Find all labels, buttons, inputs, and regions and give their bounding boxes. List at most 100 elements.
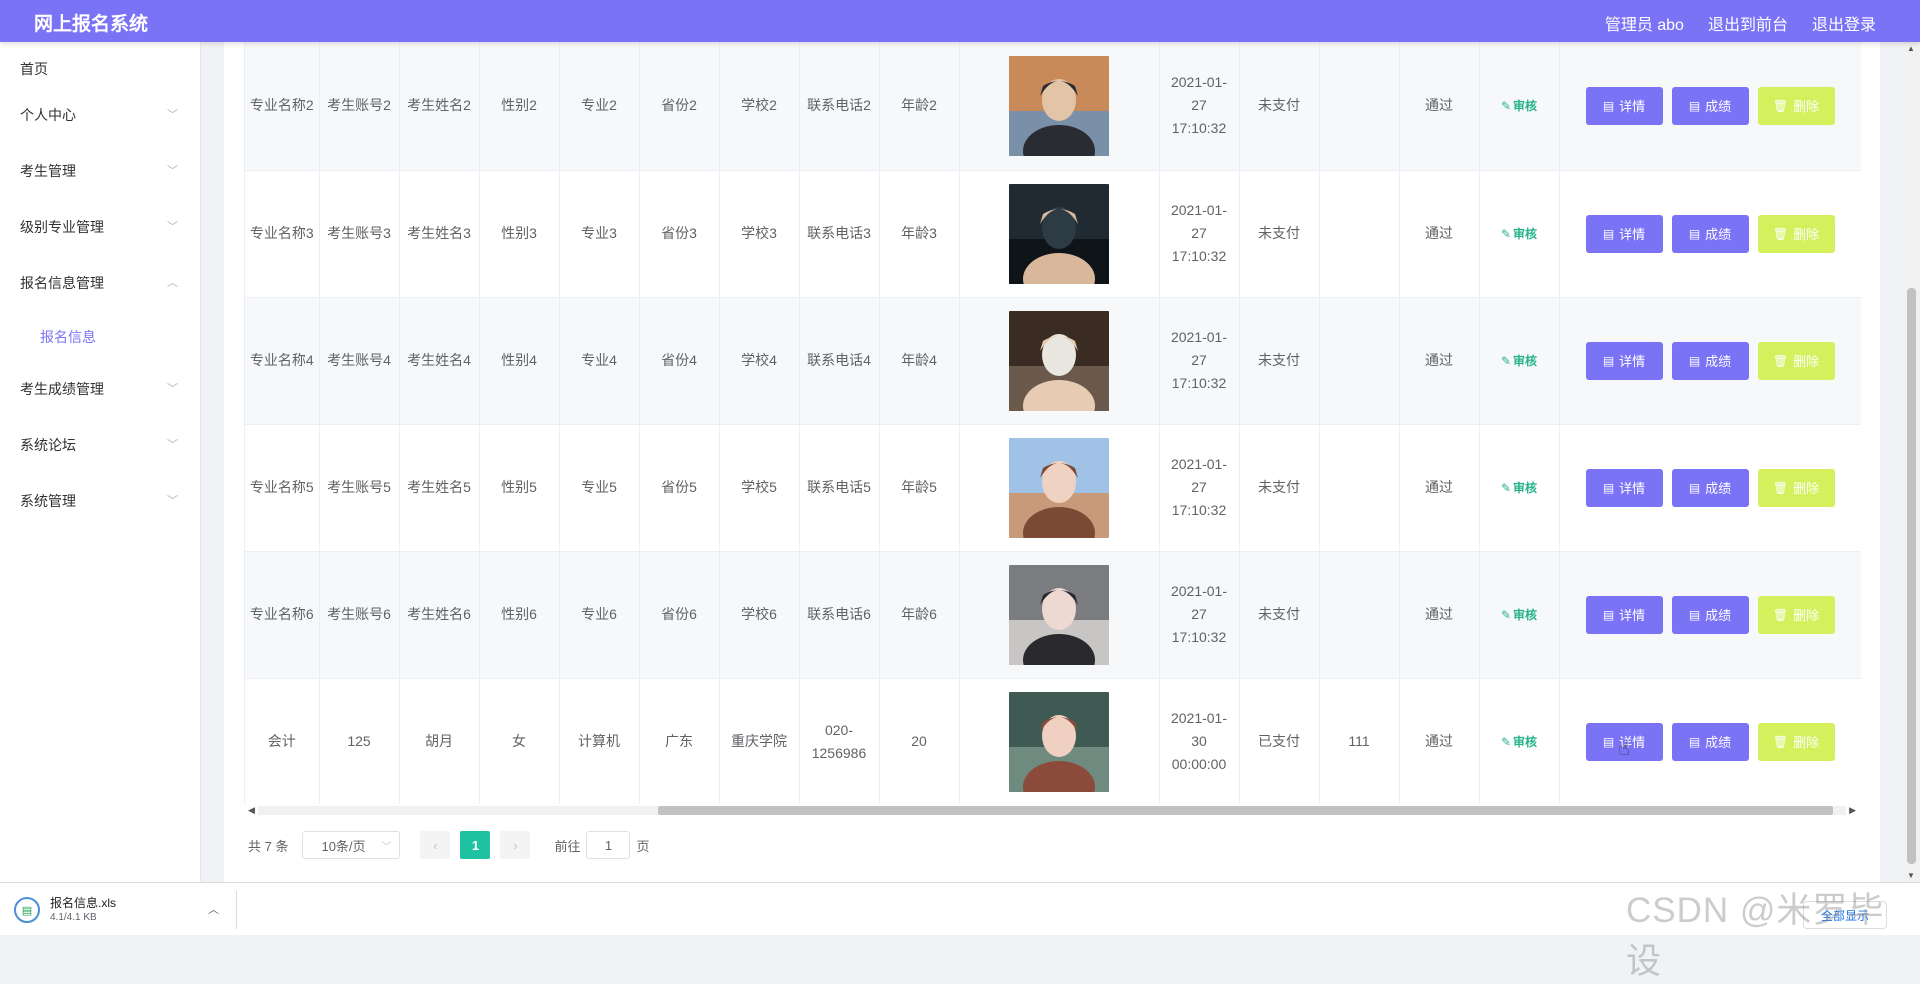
delete-button[interactable]: 🗑 删除	[1757, 595, 1835, 634]
score-button[interactable]: ▤ 成绩	[1671, 86, 1749, 125]
vertical-scrollbar[interactable]: ▲ ▼	[1903, 42, 1920, 882]
app-title: 网上报名系统	[34, 14, 149, 35]
cell-pay-status: 未支付	[1239, 170, 1320, 298]
score-button[interactable]: ▤ 成绩	[1671, 722, 1749, 761]
admin-user-label[interactable]: 管理员 abo	[1605, 11, 1684, 35]
chevron-right-icon: ›	[513, 837, 518, 853]
cell-major-name: 专业名称6	[245, 551, 320, 679]
scroll-thumb[interactable]	[1907, 288, 1916, 864]
scroll-up-icon[interactable]: ▲	[1907, 44, 1915, 53]
detail-label: 详情	[1619, 99, 1646, 115]
detail-button[interactable]: ▤ 详情	[1585, 595, 1663, 634]
score-button[interactable]: ▤ 成绩	[1671, 468, 1749, 507]
cell-account: 考生账号6	[319, 551, 400, 679]
chevron-down-icon: ﹀	[167, 165, 178, 177]
cell-photo	[959, 42, 1160, 171]
detail-button[interactable]: ▤ 详情	[1585, 214, 1663, 253]
detail-button[interactable]: ▤ 详情	[1585, 86, 1663, 125]
prev-page-button[interactable]: ‹	[420, 831, 451, 859]
sidebar-item-score-management[interactable]: 考生成绩管理 ﹀	[0, 364, 200, 414]
edit-icon: ✎	[1500, 607, 1512, 622]
cell-major: 计算机	[559, 678, 640, 804]
download-item[interactable]: ▤ 报名信息.xls 4.1/4.1 KB ︿	[12, 892, 232, 928]
audit-link[interactable]: ✎ 审核	[1501, 99, 1537, 113]
sidebar-item-registration-info[interactable]: 报名信息	[0, 312, 200, 362]
sidebar-item-forum[interactable]: 系统论坛 ﹀	[0, 420, 200, 470]
cell-score	[1319, 170, 1400, 298]
cell-account: 125	[319, 678, 400, 804]
delete-button[interactable]: 🗑 删除	[1757, 722, 1835, 761]
delete-button[interactable]: 🗑 删除	[1757, 86, 1835, 125]
chevron-up-icon[interactable]: ︿	[208, 901, 219, 917]
audit-link[interactable]: ✎ 审核	[1501, 227, 1537, 241]
scroll-down-icon[interactable]: ▼	[1907, 871, 1915, 880]
goto-page-input[interactable]: 1	[586, 831, 631, 859]
detail-label: 详情	[1619, 354, 1646, 369]
cell-major-name: 会计	[245, 678, 320, 804]
chevron-down-icon: ﹀	[167, 439, 178, 451]
delete-button[interactable]: 🗑 删除	[1757, 214, 1835, 253]
logout-link[interactable]: 退出登录	[1812, 11, 1876, 35]
exit-to-front-link[interactable]: 退出到前台	[1708, 11, 1788, 35]
avatar	[1009, 437, 1109, 538]
next-page-button[interactable]: ›	[500, 831, 531, 859]
sidebar-item-label: 考生成绩管理	[20, 381, 104, 397]
detail-button[interactable]: ▤ 详情	[1585, 468, 1663, 507]
cell-score	[1319, 297, 1400, 425]
sidebar-item-registration-management[interactable]: 报名信息管理 ︿	[0, 258, 200, 308]
score-button[interactable]: ▤ 成绩	[1671, 214, 1749, 253]
document-icon: ▤	[1602, 98, 1615, 113]
cell-account: 考生账号5	[319, 424, 400, 552]
score-button[interactable]: ▤ 成绩	[1671, 595, 1749, 634]
document-icon: ▤	[1602, 353, 1615, 368]
avatar	[1009, 55, 1109, 156]
delete-label: 删除	[1793, 354, 1820, 369]
goto-label: 前往	[554, 838, 581, 854]
audit-link[interactable]: ✎ 审核	[1501, 735, 1537, 749]
delete-button[interactable]: 🗑 删除	[1757, 468, 1835, 507]
sidebar-item-home[interactable]: 首页	[0, 44, 200, 94]
cell-name: 胡月	[399, 678, 480, 804]
sidebar-item-level-major-management[interactable]: 级别专业管理 ﹀	[0, 202, 200, 252]
page-number-button[interactable]: 1	[460, 831, 491, 859]
document-icon: ▤	[1602, 607, 1615, 622]
cell-major-name: 专业名称5	[245, 424, 320, 552]
audit-link[interactable]: ✎ 审核	[1501, 608, 1537, 622]
delete-button[interactable]: 🗑 删除	[1757, 341, 1835, 380]
sidebar-item-system-management[interactable]: 系统管理 ﹀	[0, 476, 200, 526]
chevron-up-icon: ︿	[167, 277, 178, 289]
cell-audit: ✎ 审核	[1479, 297, 1560, 425]
document-icon: ▤	[1688, 226, 1701, 241]
score-button[interactable]: ▤ 成绩	[1671, 341, 1749, 380]
show-all-button[interactable]: 全部显示	[1803, 901, 1887, 929]
sidebar-item-label: 考生管理	[20, 163, 76, 179]
cell-pay-status: 未支付	[1239, 42, 1320, 171]
scroll-left-icon[interactable]: ◀	[248, 804, 255, 816]
audit-link[interactable]: ✎ 审核	[1501, 354, 1537, 368]
cell-age: 年龄6	[879, 551, 960, 679]
cell-photo	[959, 424, 1160, 552]
cell-audit-status: 通过	[1399, 551, 1480, 679]
horizontal-scrollbar[interactable]: ◀ ▶	[244, 804, 1860, 816]
cell-school: 学校6	[719, 551, 800, 679]
page-size-select[interactable]: 10条/页 ﹀	[302, 831, 401, 859]
delete-label: 删除	[1793, 608, 1820, 623]
cell-major: 专业4	[559, 297, 640, 425]
cell-name: 考生姓名6	[399, 551, 480, 679]
hand-cursor-icon: ☝	[1618, 738, 1631, 760]
cell-province: 广东	[639, 678, 720, 804]
row-actions: ▤ 详情 ▤ 成绩 🗑 删除	[1564, 86, 1857, 125]
avatar	[1009, 310, 1109, 411]
row-actions: ▤ 详情 ▤ 成绩 🗑 删除	[1564, 468, 1857, 507]
detail-button[interactable]: ▤ 详情	[1585, 341, 1663, 380]
scroll-thumb[interactable]	[658, 806, 1833, 815]
cell-major-name: 专业名称2	[245, 42, 320, 171]
audit-link[interactable]: ✎ 审核	[1501, 481, 1537, 495]
sidebar-item-candidate-management[interactable]: 考生管理 ﹀	[0, 146, 200, 196]
sidebar-item-personal-center[interactable]: 个人中心 ﹀	[0, 90, 200, 140]
edit-icon: ✎	[1500, 226, 1512, 241]
cell-pay-status: 未支付	[1239, 297, 1320, 425]
scroll-right-icon[interactable]: ▶	[1849, 804, 1856, 816]
chevron-left-icon: ‹	[433, 837, 438, 853]
excel-file-icon: ▤	[14, 897, 40, 923]
